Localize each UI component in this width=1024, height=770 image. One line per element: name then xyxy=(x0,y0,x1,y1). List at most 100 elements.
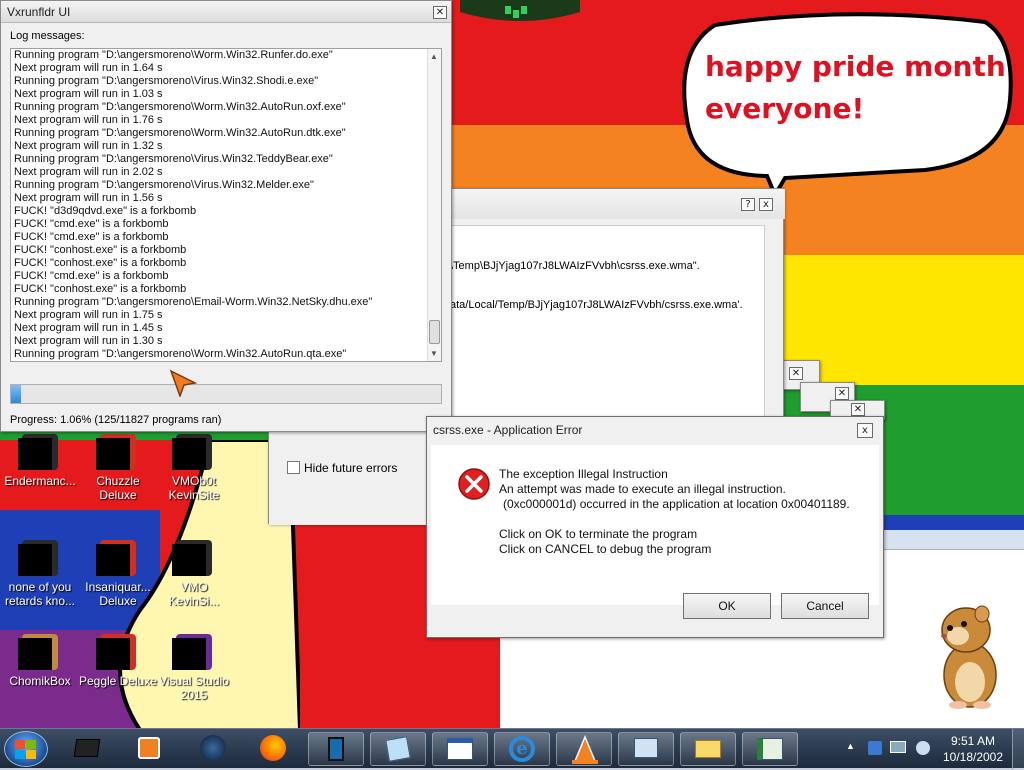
desktop-icon[interactable]: Peggle Deluxe xyxy=(78,634,158,688)
message-line-1: \Temp\BJjYjag107rJ8LWAIzFVvbh\csrss.exe.… xyxy=(450,260,700,272)
log-line: Next program will run in 1.56 s xyxy=(14,192,163,204)
log-line: Running program "D:\angersmoreno\Virus.W… xyxy=(14,153,333,165)
desktop-icon-label: ChomikBox xyxy=(9,674,71,688)
taskbar-button-ie[interactable]: e xyxy=(494,732,550,766)
log-line: Running program "D:\angersmoreno\Worm.Wi… xyxy=(14,101,346,113)
game-icon xyxy=(96,540,136,576)
redacted-block xyxy=(96,544,130,576)
app-icon xyxy=(172,434,212,470)
desktop-icon[interactable]: ChomikBox xyxy=(0,634,80,688)
taskbar-button-network[interactable] xyxy=(618,732,674,766)
ok-button[interactable]: OK xyxy=(683,593,771,619)
taskbar-button-folder[interactable] xyxy=(680,732,736,766)
desktop-icon[interactable]: VMO KevinSi... xyxy=(154,540,234,608)
redacted-block xyxy=(172,438,206,470)
hide-errors-checkbox[interactable] xyxy=(287,461,300,474)
log-line: FUCK! "conhost.exe" is a forkbomb xyxy=(14,283,187,295)
error-line-1: The exception Illegal Instruction xyxy=(499,467,668,481)
error-line-3: (0xc000001d) occurred in the application… xyxy=(503,497,850,511)
desktop-icon[interactable]: Chuzzle Deluxe xyxy=(78,434,158,502)
desktop-icon[interactable]: VMOb0t KevinSite xyxy=(154,434,234,502)
app-icon xyxy=(172,540,212,576)
tray-icon-2[interactable] xyxy=(890,741,906,753)
taskbar-button-notepad[interactable] xyxy=(370,732,426,766)
windows-logo-icon xyxy=(15,740,36,759)
desktop-icon-label-line2: 2015 xyxy=(180,688,208,702)
progress-text: Progress: 1.06% (125/11827 programs ran) xyxy=(10,414,222,426)
taskbar-button-vlc[interactable] xyxy=(556,732,612,766)
desktop-icon-label: Endermanc... xyxy=(4,474,76,488)
globe-icon[interactable] xyxy=(196,733,230,763)
app-icon xyxy=(18,540,58,576)
desktop-icon-label: Insaniquar... xyxy=(85,580,151,594)
scrollbar-thumb[interactable] xyxy=(429,320,440,344)
log-line: Next program will run in 2.02 s xyxy=(14,166,163,178)
close-icon[interactable]: ✕ xyxy=(851,403,865,416)
log-line: FUCK! "conhost.exe" is a forkbomb xyxy=(14,257,187,269)
log-line: FUCK! "conhost.exe" is a forkbomb xyxy=(14,244,187,256)
log-line: Running program "D:\angersmoreno\Worm.Wi… xyxy=(14,348,347,360)
desktop-icon-label: Visual Studio xyxy=(159,674,229,688)
game-icon xyxy=(96,634,136,670)
game-icon xyxy=(96,434,136,470)
close-icon[interactable]: ✕ xyxy=(789,367,803,380)
hamster-image xyxy=(941,605,997,709)
show-desktop-button[interactable] xyxy=(1012,729,1024,769)
taskbar-button-1[interactable] xyxy=(308,732,364,766)
firefox-icon[interactable] xyxy=(256,733,290,763)
redacted-block xyxy=(18,638,52,670)
taskbar-button-app[interactable] xyxy=(742,732,798,766)
desktop-icon[interactable]: Visual Studio 2015 xyxy=(154,634,234,702)
log-line: Next program will run in 1.32 s xyxy=(14,140,163,152)
log-scrollbar[interactable]: ▲ ▼ xyxy=(427,49,441,361)
title-bar[interactable]: csrss.exe - Application Error xyxy=(427,417,883,443)
desktop-icon-label: none of you xyxy=(8,580,72,594)
desktop-icon[interactable]: Endermanc... xyxy=(0,434,80,488)
desktop-icon-label: VMOb0t xyxy=(171,474,216,488)
clock-date: 10/18/2002 xyxy=(942,750,1004,764)
tray-icon-1[interactable] xyxy=(868,741,882,755)
progress-bar xyxy=(10,384,442,404)
bubble-line-2: everyone! xyxy=(705,92,865,125)
tray-expand-icon[interactable]: ▲ xyxy=(846,741,855,751)
log-line: Next program will run in 1.64 s xyxy=(14,62,163,74)
media-player-icon[interactable] xyxy=(132,733,166,763)
redacted-block xyxy=(172,638,206,670)
visual-studio-icon xyxy=(172,634,212,670)
desktop-icon[interactable]: none of you retards kno... xyxy=(0,540,80,608)
desktop-icon-label-line2: Deluxe xyxy=(99,488,137,502)
clock[interactable]: 9:51 AM 10/18/2002 xyxy=(938,733,1008,765)
vxrunfldr-window[interactable]: Vxrunfldr UI ✕ Log messages: Running pro… xyxy=(0,0,452,432)
log-line: FUCK! "cmd.exe" is a forkbomb xyxy=(14,218,169,230)
close-icon[interactable]: x xyxy=(759,198,773,211)
log-line: Next program will run in 1.75 s xyxy=(14,309,163,321)
log-line: FUCK! "d3d9qdvd.exe" is a forkbomb xyxy=(14,205,197,217)
close-icon[interactable]: x xyxy=(857,423,873,438)
application-error-dialog[interactable]: csrss.exe - Application Error x The exce… xyxy=(426,416,884,638)
speaker-icon[interactable] xyxy=(916,741,930,755)
taskbar-app-icon[interactable] xyxy=(70,733,104,763)
desktop-icon-label: Peggle Deluxe xyxy=(78,674,158,688)
error-line-5: Click on CANCEL to debug the program xyxy=(499,542,712,556)
message-line-2: ata/Local/Temp/BJjYjag107rJ8LWAIzFVvbh/c… xyxy=(450,299,743,311)
title-bar[interactable]: Vxrunfldr UI xyxy=(1,1,451,23)
error-line-4: Click on OK to terminate the program xyxy=(499,527,698,541)
taskbar-button-window[interactable] xyxy=(432,732,488,766)
log-line: FUCK! "cmd.exe" is a forkbomb xyxy=(14,270,169,282)
clock-time: 9:51 AM xyxy=(950,734,996,748)
help-icon[interactable]: ? xyxy=(741,198,755,211)
desktop-icon-label: VMO xyxy=(180,580,208,594)
desktop-icon[interactable]: Insaniquar... Deluxe xyxy=(78,540,158,608)
redacted-block xyxy=(96,638,130,670)
cancel-button[interactable]: Cancel xyxy=(781,593,869,619)
close-icon[interactable]: ✕ xyxy=(433,6,447,19)
redacted-block xyxy=(96,438,130,470)
desktop-icon-label-line2: retards kno... xyxy=(4,594,76,608)
error-icon xyxy=(458,468,490,500)
log-line: Next program will run in 1.03 s xyxy=(14,88,163,100)
hamster-icon xyxy=(18,634,58,670)
close-icon[interactable]: ✕ xyxy=(835,387,849,400)
log-list[interactable]: Running program "D:\angersmoreno\Worm.Wi… xyxy=(10,48,442,362)
desktop-icon-label-line2: KevinSite xyxy=(168,488,220,502)
log-label: Log messages: xyxy=(10,30,85,42)
